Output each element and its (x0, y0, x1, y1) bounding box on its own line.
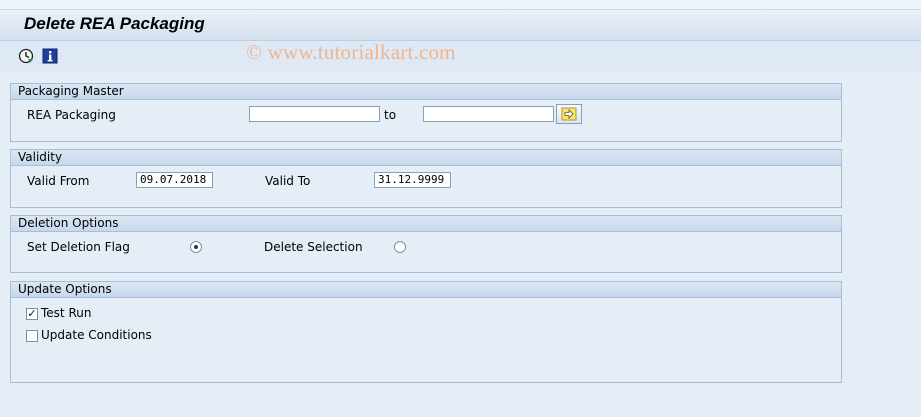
page-title: Delete REA Packaging (24, 14, 205, 33)
arrow-right-icon (561, 107, 577, 121)
delete-selection-radio[interactable] (394, 241, 406, 253)
window-top-strip (0, 0, 921, 10)
test-run-checkbox[interactable]: ✓ (26, 308, 38, 320)
group-title: Update Options (11, 282, 841, 298)
selection-screen: Packaging Master REA Packaging to Validi… (0, 72, 921, 417)
info-icon[interactable] (42, 48, 58, 64)
valid-to-input[interactable]: 31.12.9999 (374, 172, 451, 188)
rea-packaging-to-input[interactable] (423, 106, 554, 122)
multiple-selection-button[interactable] (556, 104, 582, 124)
watermark-text: © www.tutorialkart.com (246, 40, 456, 64)
group-title: Packaging Master (11, 84, 841, 100)
delete-selection-label: Delete Selection (264, 240, 363, 254)
valid-from-input[interactable]: 09.07.2018 (136, 172, 213, 188)
test-run-label: Test Run (41, 306, 92, 320)
rea-packaging-label: REA Packaging (27, 108, 116, 122)
group-update-options: Update Options ✓ Test Run Update Conditi… (10, 281, 842, 383)
title-bar: Delete REA Packaging (0, 10, 921, 41)
rea-packaging-from-input[interactable] (249, 106, 380, 122)
group-title: Deletion Options (11, 216, 841, 232)
group-deletion-options: Deletion Options Set Deletion Flag Delet… (10, 215, 842, 273)
to-label: to (384, 108, 397, 122)
execute-clock-icon[interactable] (18, 48, 34, 64)
set-deletion-flag-label: Set Deletion Flag (27, 240, 130, 254)
application-toolbar (0, 41, 921, 71)
valid-from-label: Valid From (27, 174, 90, 188)
group-validity: Validity Valid From 09.07.2018 Valid To … (10, 149, 842, 208)
set-deletion-flag-radio[interactable] (190, 241, 202, 253)
group-packaging-master: Packaging Master REA Packaging to (10, 83, 842, 142)
valid-to-label: Valid To (265, 174, 311, 188)
group-title: Validity (11, 150, 841, 166)
update-conditions-checkbox[interactable] (26, 330, 38, 342)
update-conditions-label: Update Conditions (41, 328, 152, 342)
